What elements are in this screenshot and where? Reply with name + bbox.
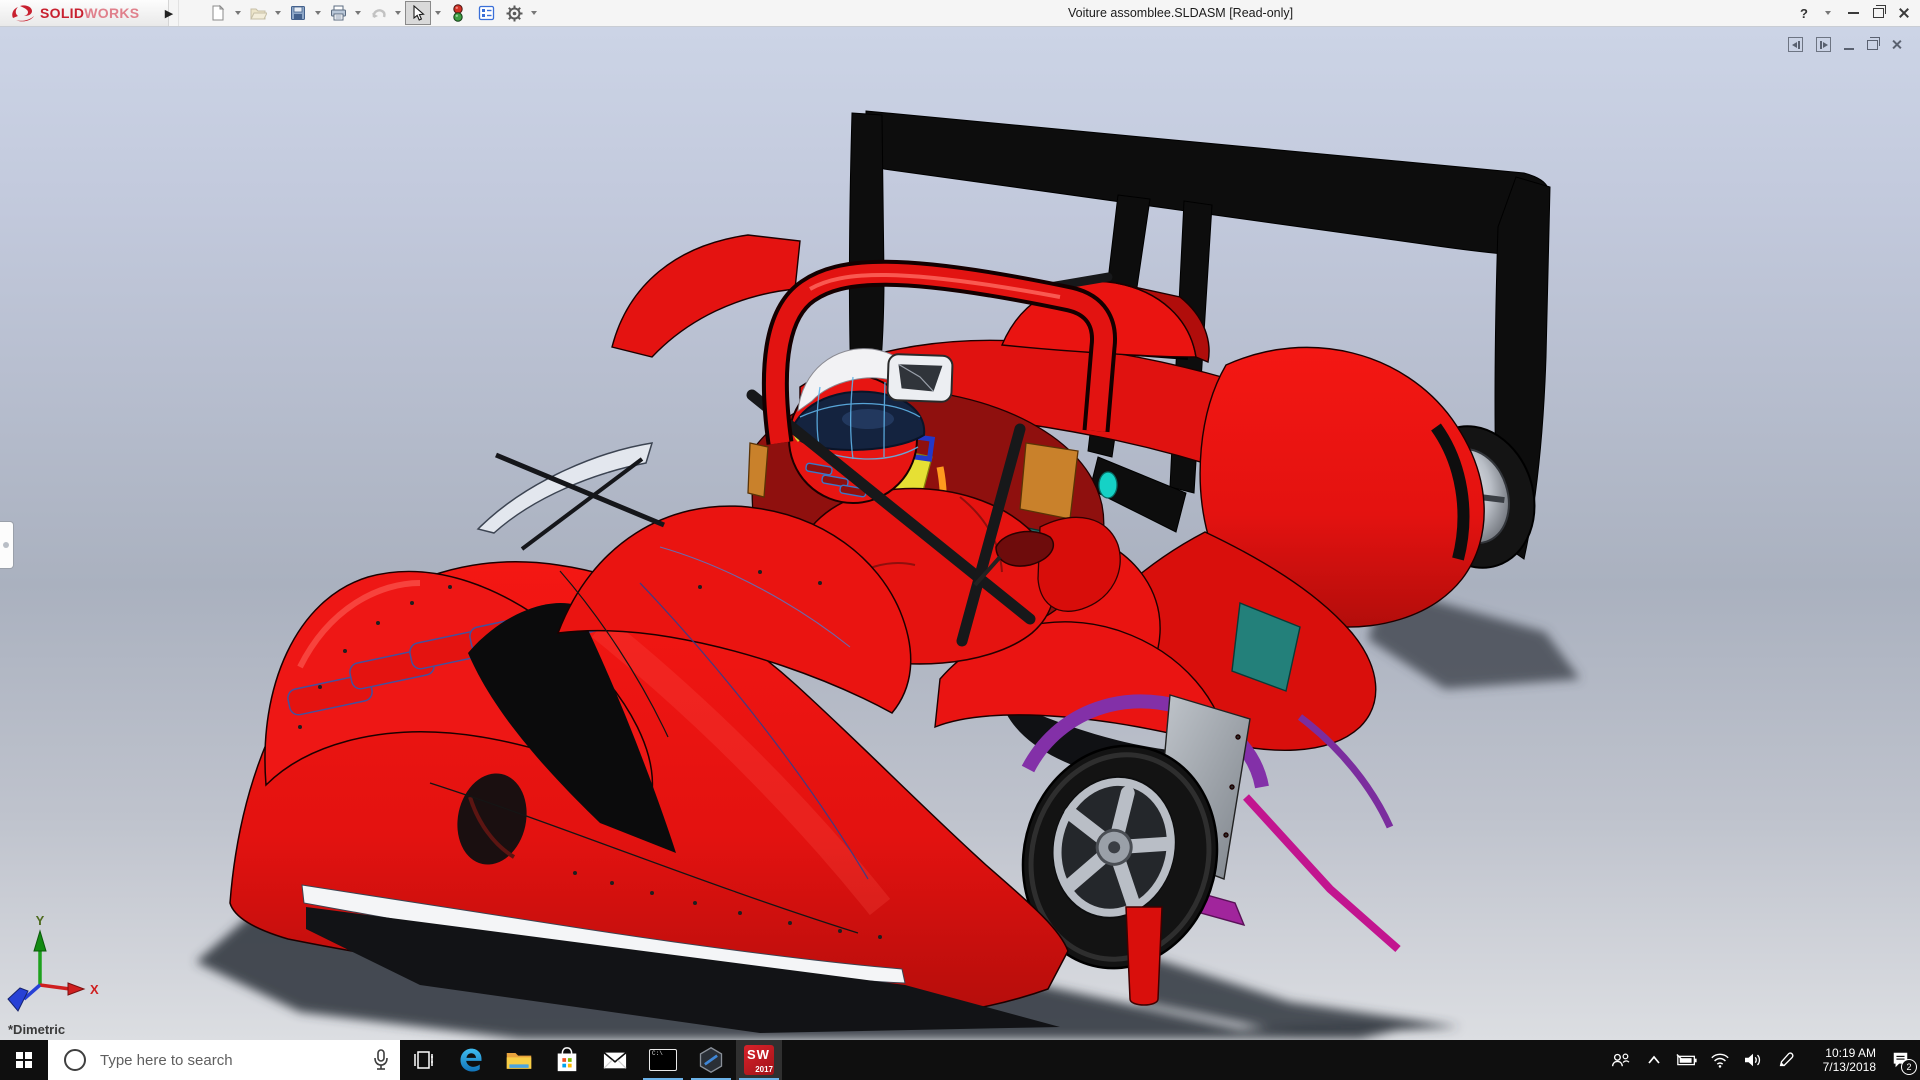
- cortana-icon: [64, 1049, 86, 1071]
- file-explorer-button[interactable]: [496, 1040, 542, 1080]
- command-prompt-button[interactable]: C:\: [640, 1040, 686, 1080]
- wifi-icon: [1710, 1052, 1730, 1068]
- collapse-left-pane-button[interactable]: [1788, 37, 1803, 52]
- standard-toolbar: [204, 0, 540, 26]
- hidden-icons-button[interactable]: [1637, 1040, 1670, 1080]
- expand-right-pane-button[interactable]: [1816, 37, 1831, 52]
- open-folder-icon: [250, 5, 267, 21]
- clock-date: 7/13/2018: [1802, 1060, 1876, 1074]
- properties-list-icon: [478, 5, 495, 21]
- select-cursor-icon: [411, 5, 426, 21]
- close-button[interactable]: [1898, 7, 1910, 19]
- undo-icon: [370, 5, 387, 21]
- save-button[interactable]: [285, 1, 311, 25]
- task-view-icon: [411, 1048, 435, 1072]
- select-tool-button[interactable]: [405, 1, 431, 25]
- composer-button[interactable]: [688, 1040, 734, 1080]
- battery-button[interactable]: [1670, 1040, 1703, 1080]
- doc-restore-button[interactable]: [1867, 40, 1878, 50]
- doc-minimize-button[interactable]: [1844, 48, 1854, 50]
- save-floppy-icon: [290, 5, 306, 21]
- gear-icon: [506, 5, 523, 22]
- system-tray: 10:19 AM 7/13/2018 2: [1604, 1040, 1920, 1080]
- battery-charging-icon: [1676, 1053, 1698, 1067]
- print-dropdown-caret[interactable]: [355, 11, 361, 15]
- save-dropdown-caret[interactable]: [315, 11, 321, 15]
- toolbar-flyout-button[interactable]: ▶: [160, 0, 179, 26]
- rebuild-stoplight-button[interactable]: [445, 1, 471, 25]
- people-icon: [1611, 1052, 1631, 1068]
- stoplight-icon: [452, 4, 464, 22]
- network-button[interactable]: [1703, 1040, 1736, 1080]
- solidworks-2017-icon: SW 2017: [744, 1045, 774, 1075]
- restore-button[interactable]: [1873, 8, 1884, 18]
- microphone-icon[interactable]: [372, 1048, 390, 1072]
- notification-badge: 2: [1901, 1059, 1917, 1075]
- taskbar-search[interactable]: [48, 1040, 400, 1080]
- windows-ink-button[interactable]: [1769, 1040, 1802, 1080]
- view-orientation-label: *Dimetric: [8, 1022, 65, 1037]
- people-button[interactable]: [1604, 1040, 1637, 1080]
- ds-logo-icon: [10, 4, 36, 22]
- clock-time: 10:19 AM: [1802, 1046, 1876, 1060]
- minimize-button[interactable]: [1848, 12, 1859, 14]
- print-button[interactable]: [325, 1, 351, 25]
- mail-icon: [601, 1048, 629, 1072]
- doc-close-button[interactable]: [1891, 39, 1902, 50]
- edge-button[interactable]: [448, 1040, 494, 1080]
- taskbar-clock[interactable]: 10:19 AM 7/13/2018: [1802, 1046, 1880, 1074]
- mail-button[interactable]: [592, 1040, 638, 1080]
- solidworks-2017-button[interactable]: SW 2017: [736, 1040, 782, 1080]
- help-button[interactable]: ?: [1800, 6, 1808, 21]
- speaker-icon: [1743, 1052, 1763, 1068]
- brand-works: WORKS: [84, 5, 139, 21]
- sw-letters: SW: [747, 1047, 770, 1062]
- file-explorer-icon: [505, 1047, 533, 1073]
- properties-button[interactable]: [473, 1, 499, 25]
- triad-y-label: Y: [36, 913, 45, 928]
- store-icon: [554, 1046, 580, 1074]
- model-scene[interactable]: Y X: [0, 27, 1920, 1041]
- cmd-title-text: C:\: [652, 1050, 663, 1057]
- hexagon-app-icon: [697, 1046, 725, 1074]
- brand-solid: SOLID: [40, 5, 84, 21]
- window-title: Voiture assomblee.SLDASM [Read-only]: [1068, 6, 1293, 20]
- command-prompt-icon: C:\: [649, 1049, 677, 1071]
- undo-dropdown-caret[interactable]: [395, 11, 401, 15]
- triad-x-label: X: [90, 982, 99, 997]
- feature-panel-handle[interactable]: [0, 521, 14, 569]
- store-button[interactable]: [544, 1040, 590, 1080]
- action-center-button[interactable]: 2: [1880, 1040, 1920, 1080]
- open-dropdown-caret[interactable]: [275, 11, 281, 15]
- options-dropdown-caret[interactable]: [531, 11, 537, 15]
- search-input[interactable]: [98, 1051, 352, 1070]
- new-dropdown-caret[interactable]: [235, 11, 241, 15]
- taskbar: C:\ SW 2017: [0, 1040, 1920, 1080]
- volume-button[interactable]: [1736, 1040, 1769, 1080]
- sw-year: 2017: [755, 1065, 773, 1074]
- task-view-button[interactable]: [400, 1040, 446, 1080]
- title-bar: SOLIDWORKS ▶: [0, 0, 1920, 27]
- help-dropdown-caret[interactable]: [1825, 11, 1831, 15]
- pen-icon: [1777, 1051, 1795, 1069]
- new-document-button[interactable]: [205, 1, 231, 25]
- print-icon: [330, 5, 347, 21]
- orientation-triad: Y X: [8, 913, 99, 1011]
- solidworks-logo: SOLIDWORKS: [0, 0, 169, 26]
- new-document-icon: [210, 5, 226, 21]
- window-controls: ?: [1800, 0, 1916, 26]
- options-button[interactable]: [501, 1, 527, 25]
- chevron-up-icon: [1647, 1055, 1661, 1065]
- document-window-controls: [1788, 37, 1902, 52]
- undo-button[interactable]: [365, 1, 391, 25]
- rearview-mirror: [887, 354, 953, 402]
- windows-logo-icon: [16, 1052, 32, 1068]
- start-button[interactable]: [0, 1040, 48, 1080]
- edge-icon: [457, 1046, 485, 1074]
- open-button[interactable]: [245, 1, 271, 25]
- select-dropdown-caret[interactable]: [435, 11, 441, 15]
- viewport-3d: Y X *Dimetric: [0, 26, 1920, 1041]
